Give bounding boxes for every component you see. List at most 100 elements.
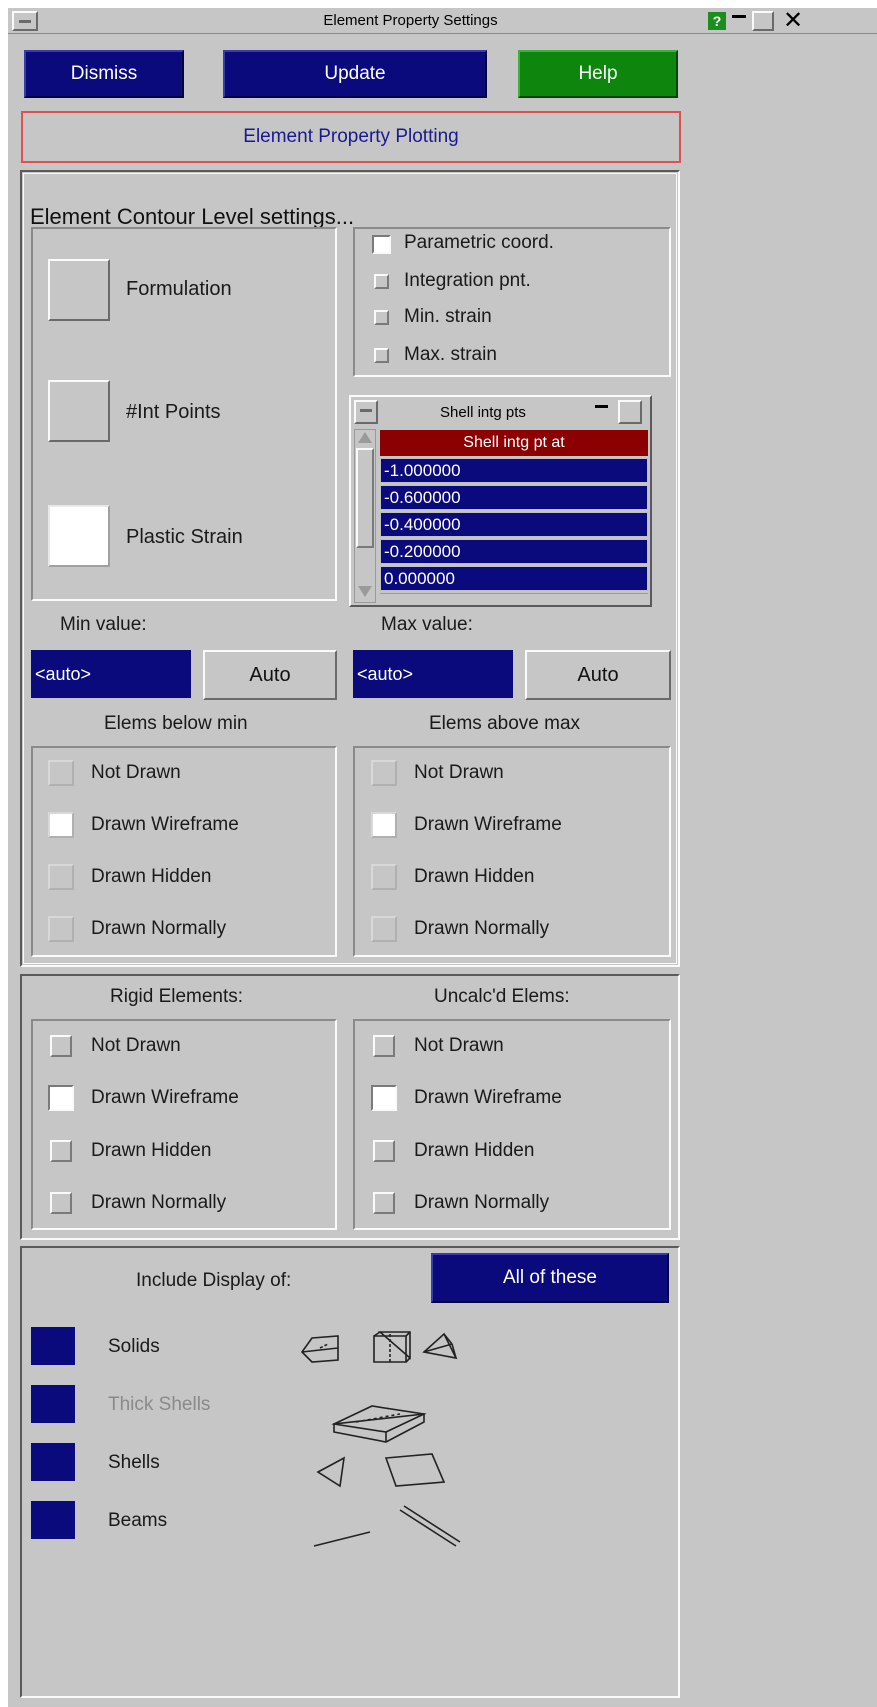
quad-shell-icon [384, 1453, 446, 1487]
uncalc-not-drawn-label: Not Drawn [414, 1035, 504, 1056]
formulation-button[interactable] [48, 259, 110, 321]
thick-shell-icon [331, 1405, 427, 1443]
min-strain-label: Min. strain [404, 306, 492, 327]
element-property-settings-window: Element Property Settings ? ✕ Dismiss Up… [8, 8, 877, 1707]
above-max-hidden-checkbox[interactable] [371, 864, 397, 890]
list-maximize-icon[interactable] [618, 400, 642, 424]
uncalc-elems-title: Uncalc'd Elems: [434, 986, 570, 1007]
solid-tetra-icon [422, 1332, 458, 1360]
shells-label: Shells [108, 1452, 160, 1473]
minimize-icon[interactable] [730, 12, 748, 30]
beam-rod-icon [399, 1505, 461, 1547]
integration-pnt-checkbox[interactable] [374, 274, 389, 289]
thick-shells-toggle[interactable] [31, 1385, 75, 1423]
close-icon[interactable]: ✕ [778, 8, 808, 34]
above-max-not-drawn-checkbox[interactable] [371, 760, 397, 786]
max-strain-checkbox[interactable] [374, 348, 389, 363]
formulation-label: Formulation [126, 278, 232, 300]
all-of-these-button[interactable]: All of these [431, 1253, 669, 1303]
maximize-icon[interactable] [752, 11, 774, 31]
solids-toggle[interactable] [31, 1327, 75, 1365]
parametric-coord-label: Parametric coord. [404, 232, 554, 253]
list-item[interactable]: -1.000000 [380, 458, 648, 483]
rigid-not-drawn-label: Not Drawn [91, 1035, 181, 1056]
uncalc-normally-label: Drawn Normally [414, 1192, 550, 1213]
uncalc-normally-checkbox[interactable] [373, 1192, 395, 1214]
update-button[interactable]: Update [223, 50, 487, 98]
rigid-elements-title: Rigid Elements: [110, 986, 244, 1007]
above-max-normally-checkbox[interactable] [371, 916, 397, 942]
title-bar[interactable]: Element Property Settings ? ✕ [8, 8, 877, 34]
below-min-wireframe-checkbox[interactable] [48, 812, 74, 838]
list-item[interactable]: -0.400000 [380, 512, 648, 537]
elems-below-min-title: Elems below min [104, 713, 248, 734]
list-menu-bar-icon [360, 409, 372, 412]
scroll-down-icon[interactable] [358, 586, 372, 597]
below-min-not-drawn-label: Not Drawn [91, 762, 181, 783]
above-max-wireframe-label: Drawn Wireframe [414, 814, 562, 835]
uncalc-not-drawn-checkbox[interactable] [373, 1035, 395, 1057]
below-min-not-drawn-checkbox[interactable] [48, 760, 74, 786]
rigid-normally-label: Drawn Normally [91, 1192, 227, 1213]
list-item[interactable]: -0.200000 [380, 539, 648, 564]
below-min-normally-label: Drawn Normally [91, 918, 227, 939]
max-value-label: Max value: [381, 614, 473, 635]
plastic-strain-label: Plastic Strain [126, 526, 243, 548]
below-min-hidden-label: Drawn Hidden [91, 866, 212, 887]
scroll-up-icon[interactable] [358, 432, 372, 443]
minimize-bar [732, 15, 746, 18]
int-points-label: #Int Points [126, 401, 221, 423]
beams-toggle[interactable] [31, 1501, 75, 1539]
parametric-coord-checkbox[interactable] [372, 235, 391, 254]
rigid-hidden-label: Drawn Hidden [91, 1140, 212, 1161]
shell-list-title: Shell intg pts [440, 404, 526, 421]
rigid-not-drawn-checkbox[interactable] [50, 1035, 72, 1057]
elems-above-max-title: Elems above max [429, 713, 581, 734]
rigid-wireframe-checkbox[interactable] [48, 1085, 74, 1111]
above-max-normally-label: Drawn Normally [414, 918, 550, 939]
list-item[interactable]: 0.000000 [380, 566, 648, 591]
include-display-title: Include Display of: [136, 1270, 292, 1291]
below-min-normally-checkbox[interactable] [48, 916, 74, 942]
shell-list-header: Shell intg pt at [380, 430, 648, 456]
min-strain-checkbox[interactable] [374, 310, 389, 325]
rigid-wireframe-label: Drawn Wireframe [91, 1087, 239, 1108]
list-hscrollbar[interactable] [380, 593, 648, 603]
rigid-normally-checkbox[interactable] [50, 1192, 72, 1214]
uncalc-wireframe-label: Drawn Wireframe [414, 1087, 562, 1108]
help-button[interactable]: Help [518, 50, 678, 98]
above-max-hidden-label: Drawn Hidden [414, 866, 535, 887]
integration-pnt-label: Integration pnt. [404, 270, 531, 291]
window-title: Element Property Settings [323, 12, 498, 29]
max-value-input[interactable]: <auto> [353, 650, 513, 698]
beam-line-icon [313, 1531, 371, 1547]
plastic-strain-button[interactable] [48, 505, 110, 567]
list-menu-button[interactable] [354, 400, 378, 424]
solid-wedge-icon [300, 1335, 339, 1363]
triangle-shell-icon [316, 1456, 346, 1488]
max-auto-button[interactable]: Auto [525, 650, 671, 700]
uncalc-hidden-checkbox[interactable] [373, 1140, 395, 1162]
int-points-button[interactable] [48, 380, 110, 442]
list-scrollbar[interactable] [354, 429, 376, 603]
max-strain-label: Max. strain [404, 344, 497, 365]
dismiss-button[interactable]: Dismiss [24, 50, 184, 98]
solid-hexa-icon [373, 1331, 411, 1363]
element-property-plotting-banner[interactable]: Element Property Plotting [21, 111, 681, 163]
list-minimize-icon[interactable] [590, 400, 614, 424]
beams-label: Beams [108, 1510, 168, 1531]
uncalc-wireframe-checkbox[interactable] [371, 1085, 397, 1111]
help-icon[interactable]: ? [708, 12, 726, 30]
shells-toggle[interactable] [31, 1443, 75, 1481]
scroll-thumb[interactable] [356, 448, 374, 548]
above-max-wireframe-checkbox[interactable] [371, 812, 397, 838]
list-item[interactable]: -0.600000 [380, 485, 648, 510]
above-max-not-drawn-label: Not Drawn [414, 762, 504, 783]
element-shapes-illustration [300, 1331, 461, 1547]
min-value-input[interactable]: <auto> [31, 650, 191, 698]
solids-label: Solids [108, 1336, 160, 1357]
below-min-hidden-checkbox[interactable] [48, 864, 74, 890]
rigid-hidden-checkbox[interactable] [50, 1140, 72, 1162]
min-auto-button[interactable]: Auto [203, 650, 337, 700]
list-minimize-bar [595, 405, 608, 408]
